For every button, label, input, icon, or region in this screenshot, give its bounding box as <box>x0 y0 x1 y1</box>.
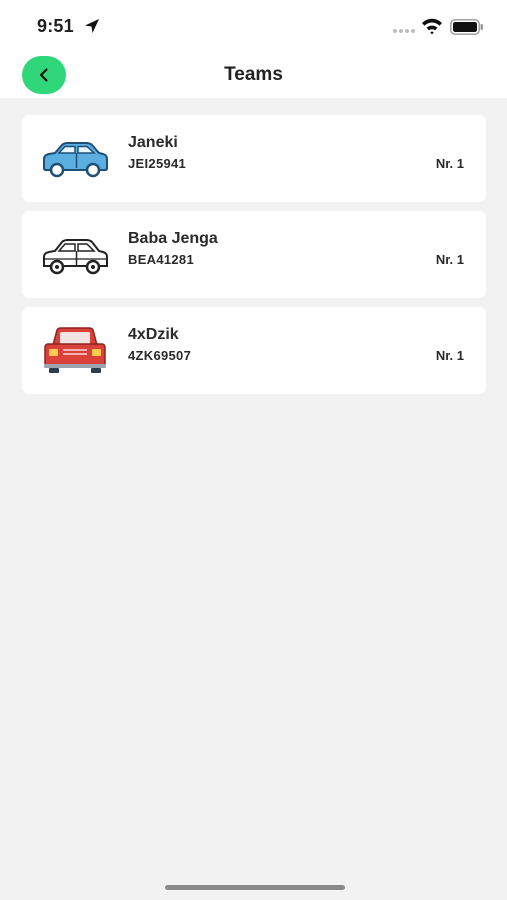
team-code: BEA41281 <box>128 252 194 267</box>
outline-car-icon <box>43 239 108 275</box>
team-name: 4xDzik <box>128 326 179 343</box>
status-time: 9:51 <box>37 16 74 36</box>
navigation-bar: Teams <box>0 52 507 98</box>
cellular-signal-icon <box>393 29 415 33</box>
status-bar: 9:51 <box>0 0 507 52</box>
page-title: Teams <box>224 64 283 85</box>
team-code: JEI25941 <box>128 156 187 171</box>
team-name: Baba Jenga <box>128 230 218 247</box>
wifi-icon <box>422 18 442 35</box>
red-jeep-icon <box>44 327 106 373</box>
team-card-janeki[interactable]: Janeki JEI25941 Nr. 1 <box>22 115 486 202</box>
team-rank: Nr. 1 <box>435 156 464 171</box>
teams-screen: 9:51 Teams Janeki JEI25941 Nr. 1 Baba Je… <box>0 0 507 900</box>
home-indicator[interactable] <box>165 885 345 890</box>
team-code: 4ZK69507 <box>128 348 192 363</box>
battery-icon <box>450 19 483 35</box>
location-arrow-icon <box>85 19 99 33</box>
team-list: Janeki JEI25941 Nr. 1 Baba Jenga BEA4128… <box>22 115 486 403</box>
team-rank: Nr. 1 <box>435 252 464 267</box>
blue-car-icon <box>43 142 108 178</box>
team-name: Janeki <box>128 134 178 151</box>
team-rank: Nr. 1 <box>435 348 464 363</box>
team-card-4xdzik[interactable]: 4xDzik 4ZK69507 Nr. 1 <box>22 307 486 394</box>
team-card-baba-jenga[interactable]: Baba Jenga BEA41281 Nr. 1 <box>22 211 486 298</box>
